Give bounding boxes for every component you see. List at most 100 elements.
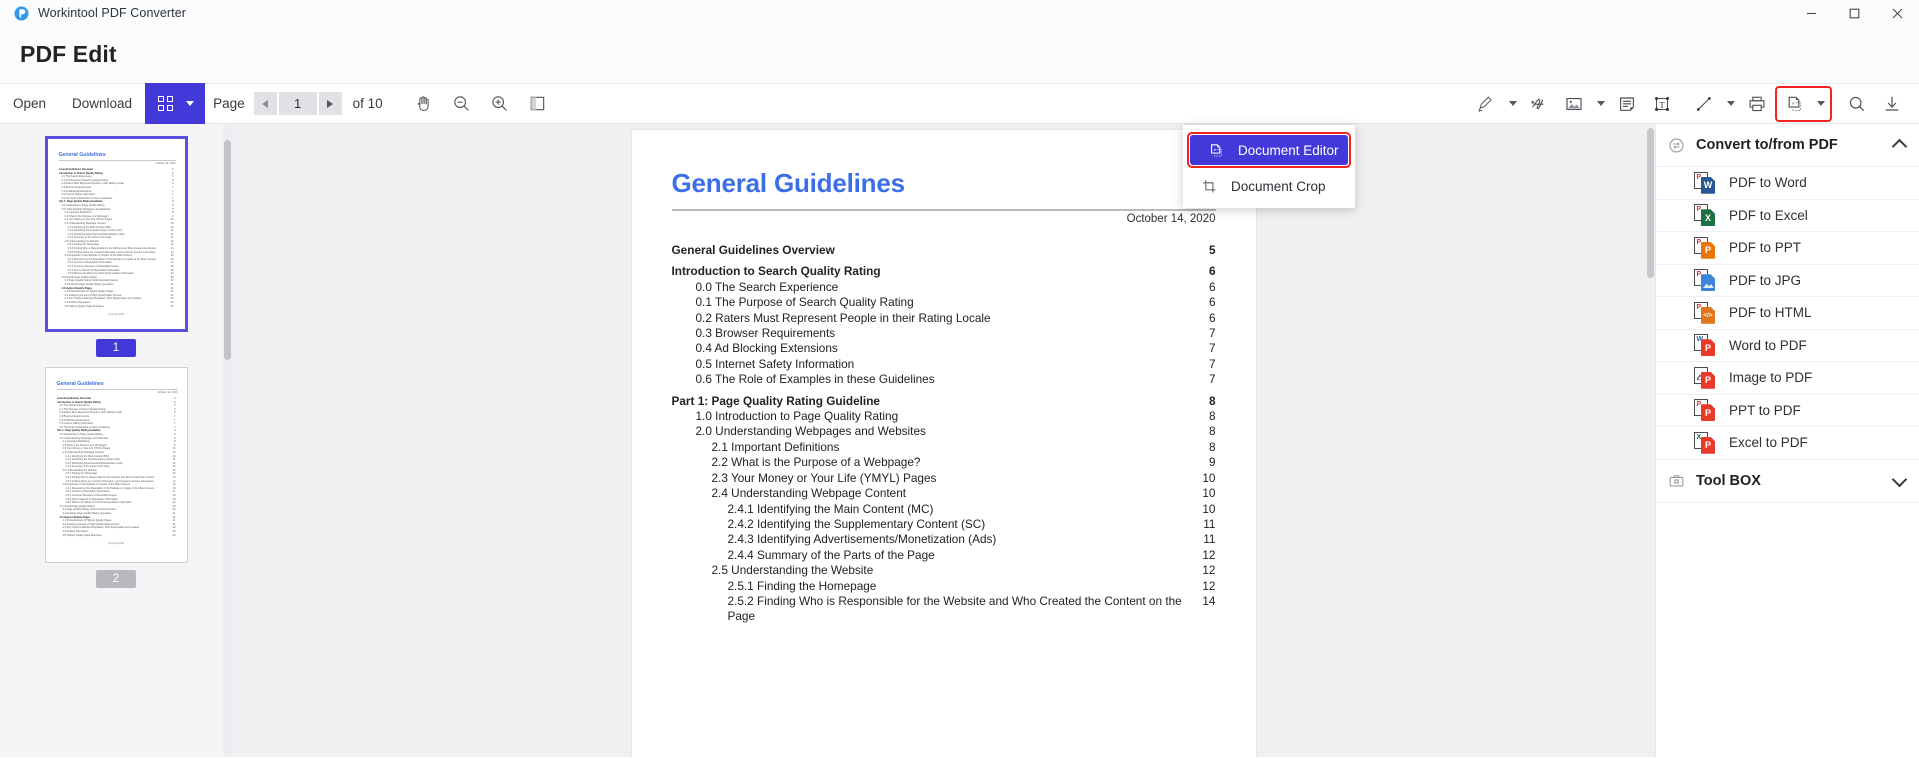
convert-option-pdf-to-ppt[interactable]: P P PDF to PPT [1656,232,1919,265]
thumbnail-item[interactable]: General Guidelines October 14, 2020 Genera… [0,367,232,588]
convert-option-pdf-to-excel[interactable]: P X PDF to Excel [1656,200,1919,232]
panel-section-title: Convert to/from PDF [1696,137,1838,153]
line-shape-button[interactable] [1687,88,1721,120]
toc-entry-page: 10 [1202,501,1216,516]
toc-entry-page: 11 [1203,532,1216,547]
chevron-down-icon [1508,101,1517,106]
toc-entry-text: 2.4.2 Identifying the Supplementary Cont… [727,516,986,531]
toc-row: 2.4.2 Identifying the Supplementary Cont… [672,517,1216,532]
chevron-up-icon[interactable] [1891,138,1908,155]
download-button[interactable]: Download [59,84,145,123]
convert-option-label: Excel to PDF [1729,435,1808,451]
highlighter-dropdown-button[interactable] [1504,88,1521,120]
zoom-out-button[interactable] [445,88,479,120]
prev-page-button[interactable] [253,92,277,115]
toc-row: 0.5 Internet Safety Information 7 [672,357,1216,372]
workspace: General Guidelines October 14, 2020 Genera… [0,124,1919,757]
page-fit-button[interactable] [521,88,555,120]
viewer-scrollbar[interactable] [1646,124,1655,757]
page-heading-bar: PDF Edit [0,26,1919,83]
thumbnail-toc-page: 23 [172,533,176,537]
toc-entry-text: 0.6 The Role of Examples in these Guidel… [695,372,935,387]
convert-option-label: PDF to HTML [1729,305,1812,321]
table-of-contents: General Guidelines Overview 5 Introduction… [672,243,1216,625]
toc-entry-text: 0.0 The Search Experience [695,279,839,294]
thumbnail-page-preview[interactable]: General Guidelines October 14, 2020 Genera… [44,136,188,332]
hand-pan-tool-button[interactable] [407,88,441,120]
zoom-in-button[interactable] [483,88,517,120]
pdf-page-1[interactable]: General Guidelines October 14, 2020 Gene… [631,130,1256,757]
text-box-icon: T [1655,96,1669,111]
minimize-button[interactable] [1790,0,1833,26]
toc-row: General Guidelines Overview 5 [672,243,1216,258]
convert-option-word-to-pdf[interactable]: W P Word to PDF [1656,330,1919,362]
close-button[interactable] [1876,0,1919,26]
thumbnail-toc: General Guidelines Overview 5 Introduction… [59,168,174,308]
page-title: PDF Edit [20,41,117,67]
next-page-button[interactable] [318,92,342,115]
thumbnail-date: October 14, 2020 [155,162,176,165]
text-box-button[interactable]: T [1645,88,1679,120]
toc-entry-text: 1.0 Introduction to Page Quality Rating [695,409,899,424]
panel-section-header[interactable]: Tool BOX [1656,460,1919,503]
panel-section-header[interactable]: Convert to/from PDF [1656,124,1919,167]
toc-entry-page: 11 [1203,516,1216,531]
toc-row: 2.3 Your Money or Your Life (YMYL) Pages… [672,471,1216,486]
page-total-label: of 10 [352,96,383,111]
convert-option-pdf-to-jpg[interactable]: P PDF to JPG [1656,265,1919,297]
document-editor-dropdown-button[interactable] [1812,88,1829,120]
sticky-note-icon [1620,96,1634,111]
toc-row: 2.4.4 Summary of the Parts of the Page 12 [672,548,1216,563]
convert-option-ppt-to-pdf[interactable]: P P PPT to PDF [1656,395,1919,427]
convert-option-pdf-to-html[interactable]: P </> PDF to HTML [1656,297,1919,330]
document-editor-highlight-frame [1775,85,1832,122]
maximize-button[interactable] [1833,0,1876,26]
toc-entry-text: 2.2 What is the Purpose of a Webpage? [711,455,921,470]
print-button[interactable] [1740,88,1774,120]
line-shape-dropdown-button[interactable] [1722,88,1739,120]
thumbnail-scrollbar[interactable] [223,124,232,757]
grid-view-button[interactable] [145,83,206,124]
convert-option-pdf-to-word[interactable]: P W PDF to Word [1656,167,1919,200]
chevron-down-icon [1816,101,1825,106]
thumbnail-toc: General Guidelines Overview 5 Introduction… [57,397,176,537]
highlighter-tool-button[interactable] [1469,88,1503,120]
toolbox-icon [1669,475,1684,487]
thumbnail-toc-text: 4.5 Highest Quality Page Examples [62,533,102,537]
insert-image-button[interactable] [1557,88,1591,120]
toc-entry-text: 2.5.1 Finding the Homepage [727,578,877,593]
hand-pan-icon [417,96,429,112]
toc-row: Part 1: Page Quality Rating Guideline 8 [672,394,1216,409]
app-logo-icon [14,6,29,21]
chevron-down-icon[interactable] [1891,471,1908,487]
page-number-input[interactable] [278,92,317,115]
toc-entry-text: 2.5 Understanding the Website [711,563,874,578]
open-button[interactable]: Open [0,84,59,123]
insert-image-dropdown-button[interactable] [1592,88,1609,120]
search-button[interactable] [1840,88,1874,120]
toc-row: 2.2 What is the Purpose of a Webpage? 9 [672,455,1216,470]
toc-row: Introduction to Search Quality Rating 6 [672,264,1216,279]
menu-item-label: Document Crop [1231,178,1326,194]
convert-option-image-to-pdf[interactable]: P Image to PDF [1656,362,1919,395]
thumbnail-page-preview[interactable]: General Guidelines October 14, 2020 Genera… [44,367,188,563]
toc-entry-page: 8 [1208,424,1216,439]
convert-option-excel-to-pdf[interactable]: X P Excel to PDF [1656,427,1919,460]
line-shape-icon [1696,96,1711,111]
toc-entry-text: 2.4 Understanding Webpage Content [711,486,907,501]
document-date: October 14, 2020 [1126,213,1216,225]
sticky-note-button[interactable] [1610,88,1644,120]
file-convert-icon: PW [1694,171,1716,194]
signature-tool-button[interactable] [1522,88,1556,120]
menu-item-document-crop[interactable]: Document Crop [1183,171,1355,201]
main-toolbar: Open Download Page of 10 [0,83,1919,208]
convert-circular-icon [1669,137,1684,153]
thumbnail-item[interactable]: General Guidelines October 14, 2020 Genera… [0,136,232,357]
toc-row: 0.1 The Purpose of Search Quality Rating… [672,295,1216,310]
menu-item-document-editor[interactable]: Document Editor [1190,135,1348,165]
download-icon-button[interactable] [1875,88,1909,120]
toc-entry-text: 2.4.1 Identifying the Main Content (MC) [727,501,934,516]
download-icon [1885,96,1899,111]
document-editor-button[interactable] [1778,88,1812,120]
highlighter-icon [1478,96,1492,112]
